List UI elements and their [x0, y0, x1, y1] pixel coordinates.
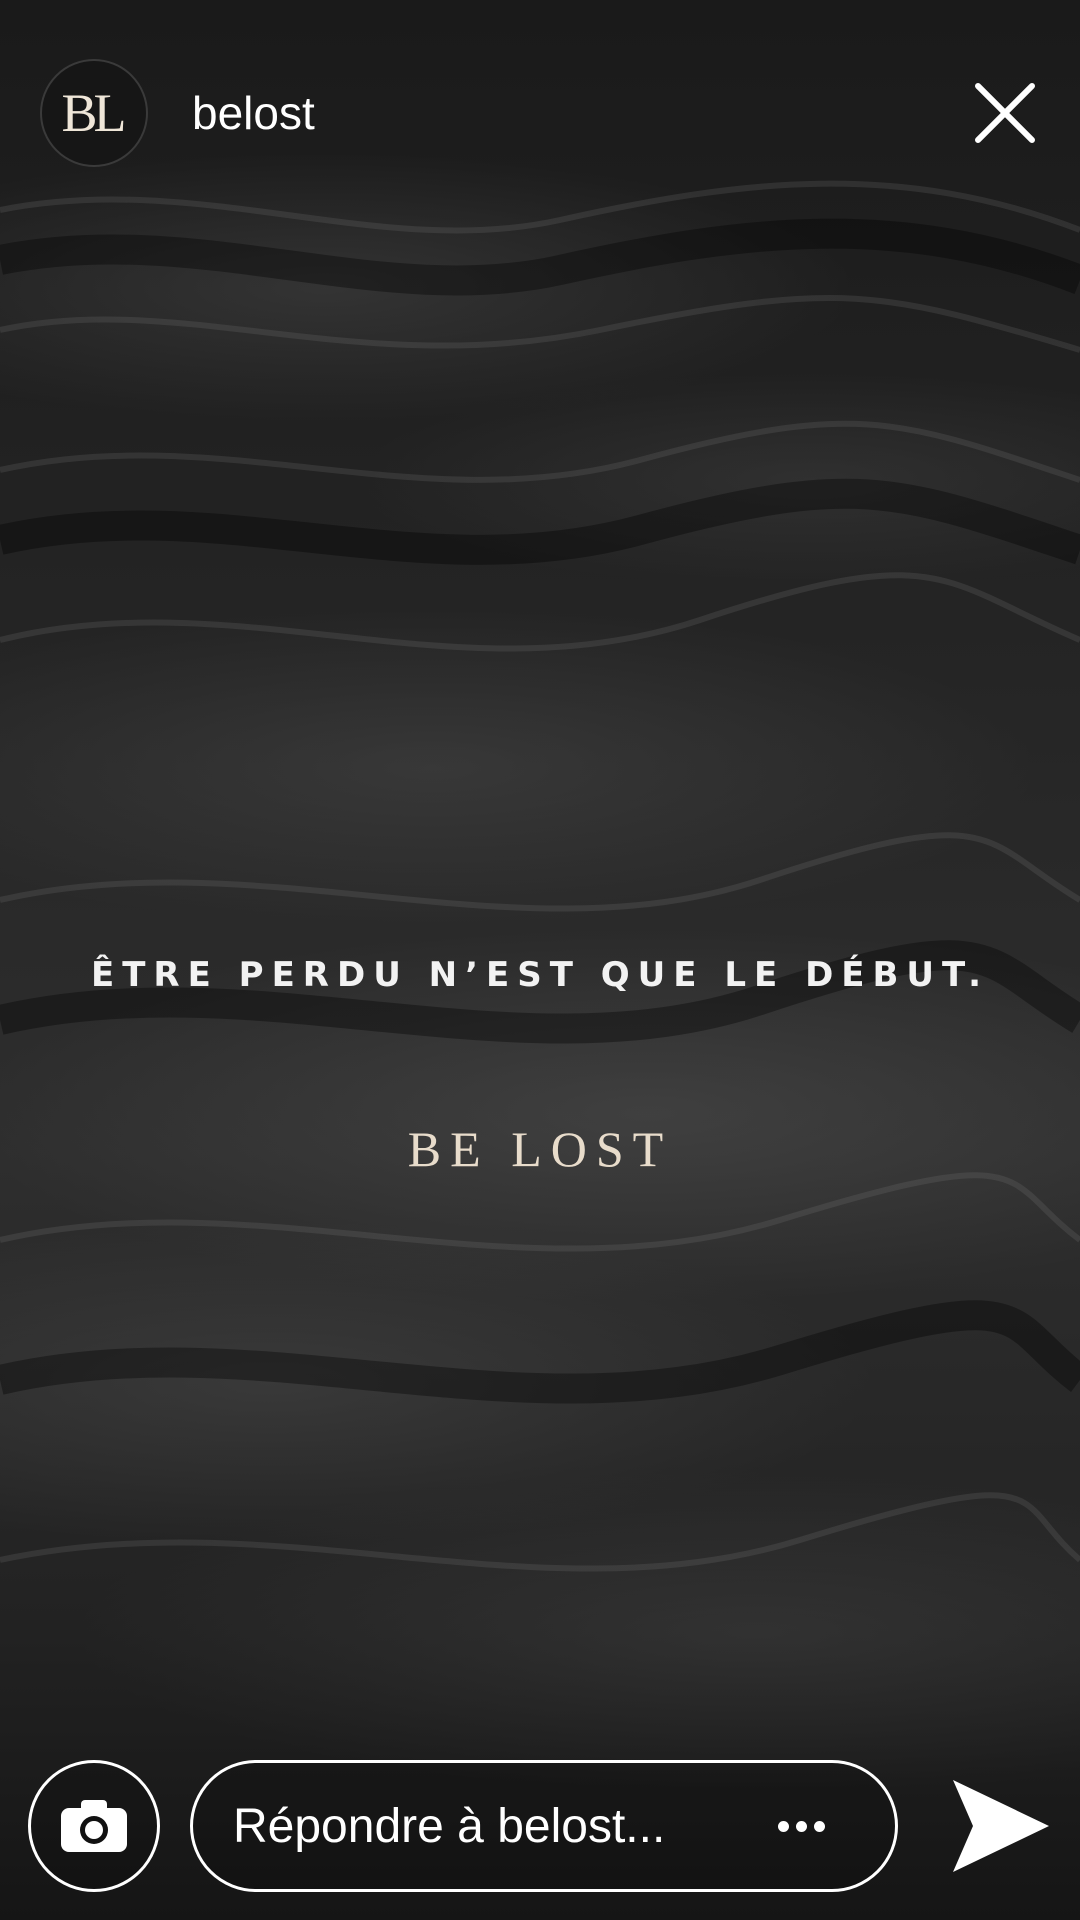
camera-icon [61, 1800, 127, 1852]
send-icon [953, 1780, 1049, 1872]
story-header: BL belost [40, 58, 1040, 168]
account-avatar[interactable]: BL [40, 59, 148, 167]
close-icon [975, 83, 1035, 143]
story-brand-text: BE LOST [407, 1121, 673, 1177]
avatar-monogram: BL [61, 83, 126, 143]
reply-placeholder: Répondre à belost... [233, 1799, 666, 1853]
story-quote-text: ÊTRE PERDU N’EST QUE LE DÉBUT. [91, 955, 989, 995]
reply-bar: Répondre à belost... [28, 1758, 1056, 1894]
reply-input[interactable]: Répondre à belost... [190, 1760, 898, 1892]
more-horizontal-icon[interactable] [778, 1820, 825, 1832]
camera-button[interactable] [28, 1760, 160, 1892]
account-username[interactable]: belost [192, 86, 315, 140]
close-button[interactable] [970, 78, 1040, 148]
send-button[interactable] [946, 1771, 1056, 1881]
